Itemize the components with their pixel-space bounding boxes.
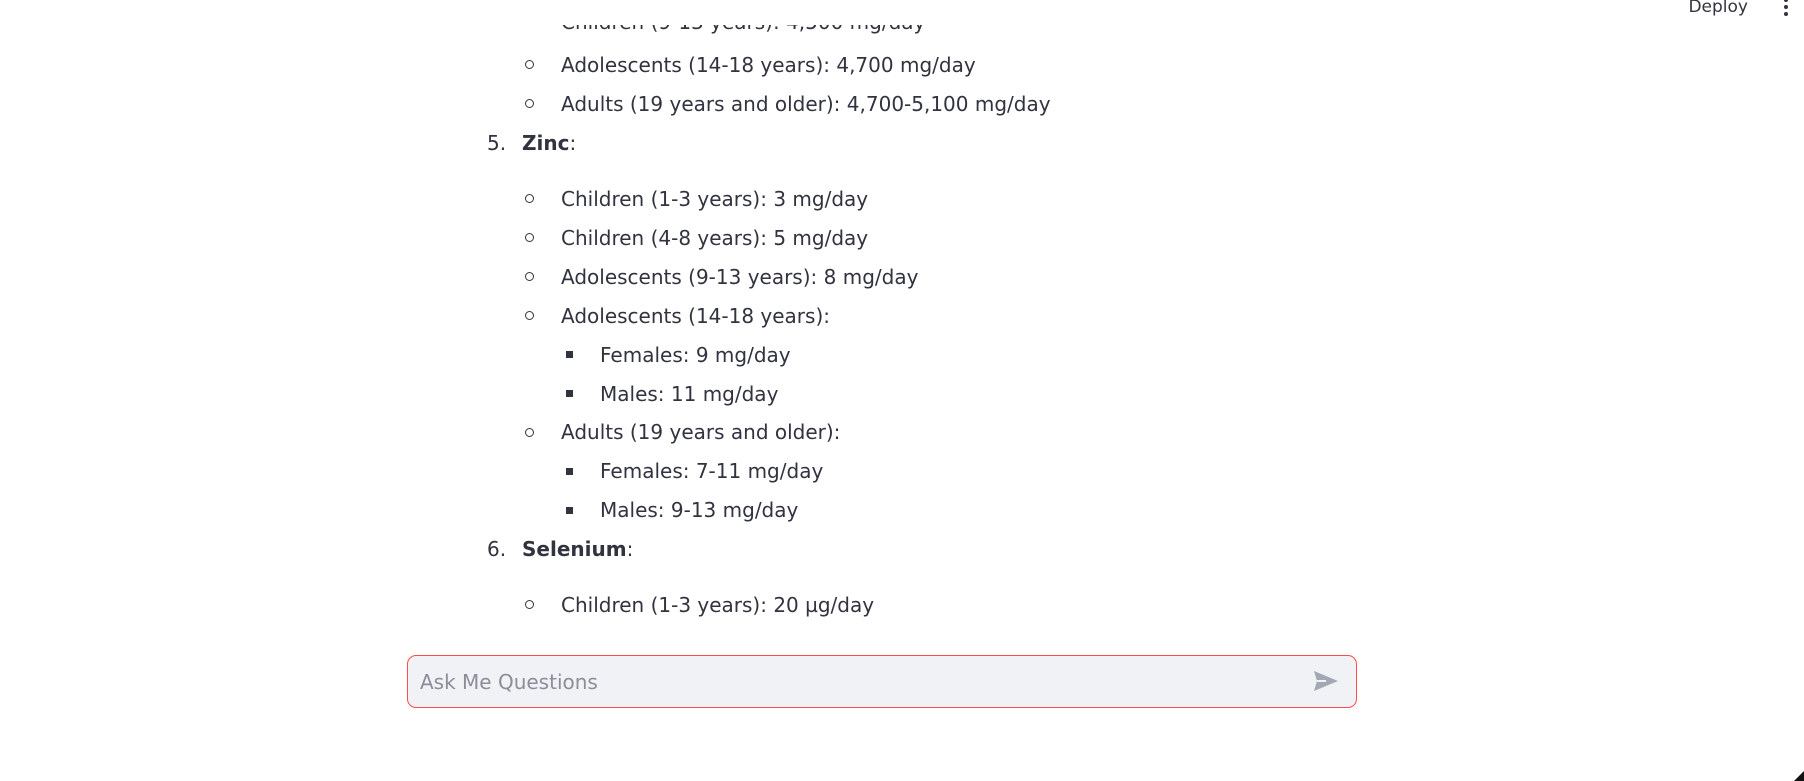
- send-icon[interactable]: [1312, 669, 1340, 693]
- heading-colon: :: [626, 537, 634, 561]
- list-item: Adolescents (14-18 years): 4,700 mg/day: [561, 53, 976, 77]
- square-bullet-icon: [566, 351, 573, 358]
- circle-bullet-icon: [525, 311, 534, 320]
- sub-list-item: Females: 7-11 mg/day: [600, 459, 824, 483]
- section-heading-selenium: Selenium:: [522, 535, 633, 563]
- list-item: Adults (19 years and older): 4,700-5,100…: [561, 92, 1051, 116]
- heading-text: Selenium: [522, 537, 627, 561]
- square-bullet-icon: [566, 507, 573, 514]
- circle-bullet-icon: [525, 194, 534, 203]
- circle-bullet-icon: [525, 600, 534, 609]
- list-item: Adolescents (9-13 years): 8 mg/day: [561, 265, 919, 289]
- circle-bullet-icon: [525, 272, 534, 281]
- sub-list-item: Males: 11 mg/day: [600, 382, 779, 406]
- section-heading-zinc: Zinc:: [522, 129, 576, 157]
- list-item: Adults (19 years and older):: [561, 420, 841, 444]
- square-bullet-icon: [566, 390, 573, 397]
- list-number: 5.: [487, 131, 507, 155]
- chat-input-container: [407, 655, 1357, 708]
- sub-list-item: Females: 9 mg/day: [600, 343, 791, 367]
- sub-list-item: Males: 9-13 mg/day: [600, 498, 799, 522]
- resize-corner: [1794, 771, 1804, 781]
- app-page: Deploy Children (9-13 years): 4,500 mg/d…: [0, 0, 1804, 781]
- circle-bullet-icon: [525, 428, 534, 437]
- cut-off-list-item: Children (9-13 years): 4,500 mg/day: [561, 10, 926, 34]
- heading-text: Zinc: [522, 131, 570, 155]
- list-item: Adolescents (14-18 years):: [561, 304, 830, 328]
- list-number: 6.: [487, 537, 507, 561]
- list-item: Children (1-3 years): 3 mg/day: [561, 187, 869, 211]
- circle-bullet-icon: [525, 99, 534, 108]
- circle-bullet-icon: [525, 233, 534, 242]
- heading-colon: :: [569, 131, 577, 155]
- list-item: Children (1-3 years): 20 µg/day: [561, 593, 875, 617]
- chat-input[interactable]: [418, 656, 1302, 708]
- square-bullet-icon: [566, 468, 573, 475]
- chat-message: Children (9-13 years): 4,500 mg/day Adol…: [0, 0, 1804, 640]
- list-item: Children (4-8 years): 5 mg/day: [561, 226, 869, 250]
- circle-bullet-icon: [525, 60, 534, 69]
